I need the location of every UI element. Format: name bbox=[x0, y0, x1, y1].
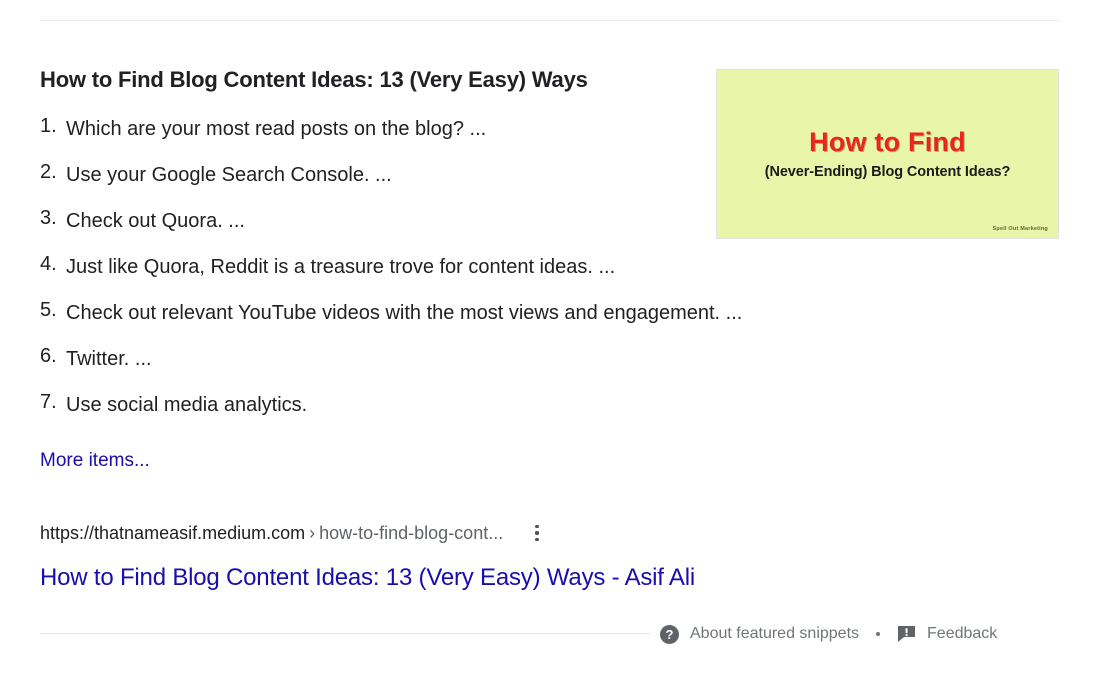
list-item-label: Check out relevant YouTube videos with t… bbox=[66, 302, 743, 324]
list-item-number: 1. bbox=[40, 115, 57, 137]
question-mark-icon: ? bbox=[660, 624, 679, 644]
about-featured-snippets-label: About featured snippets bbox=[690, 625, 860, 642]
result-url-row: https://thatnameasif.medium.com › how-to-f… bbox=[40, 518, 1060, 548]
about-featured-snippets-button[interactable]: ? About featured snippets bbox=[660, 624, 859, 644]
feedback-flag-icon bbox=[897, 625, 916, 643]
snippet-heading: How to Find Blog Content Ideas: 13 (Very… bbox=[40, 67, 588, 92]
search-result: https://thatnameasif.medium.com › how-to-f… bbox=[40, 518, 1060, 594]
list-item-label: Use social media analytics. bbox=[66, 394, 308, 416]
feedback-button[interactable]: Feedback bbox=[897, 624, 997, 644]
more-items-link[interactable]: More items... bbox=[40, 448, 150, 474]
snippet-footer: ? About featured snippets Feedback bbox=[660, 620, 997, 648]
list-item-label: Just like Quora, Reddit is a treasure tr… bbox=[66, 256, 616, 278]
list-item: 4. Just like Quora, Reddit is a treasure… bbox=[40, 250, 940, 284]
list-item-number: 3. bbox=[40, 207, 57, 229]
url-path: how-to-find-blog-cont... bbox=[319, 523, 504, 543]
result-title-link[interactable]: How to Find Blog Content Ideas: 13 (Very… bbox=[40, 562, 695, 594]
url-separator-icon: › bbox=[309, 523, 316, 543]
footer-divider bbox=[40, 633, 650, 634]
kebab-dot bbox=[535, 531, 539, 535]
top-divider bbox=[40, 20, 1060, 21]
list-item-number: 2. bbox=[40, 161, 57, 183]
thumbnail-watermark: Spell Out Marketing bbox=[992, 226, 1048, 232]
thumbnail-content: How to Find (Never-Ending) Blog Content … bbox=[717, 70, 1058, 238]
list-item-label: Twitter. ... bbox=[66, 348, 152, 370]
result-breadcrumb[interactable]: https://thatnameasif.medium.com › how-to-f… bbox=[40, 521, 503, 545]
list-item-number: 5. bbox=[40, 299, 57, 321]
list-item: 5. Check out relevant YouTube videos wit… bbox=[40, 296, 940, 330]
thumbnail-subtitle: (Never-Ending) Blog Content Ideas? bbox=[764, 164, 1011, 180]
footer-separator-dot bbox=[876, 632, 881, 636]
snippet-thumbnail[interactable]: How to Find (Never-Ending) Blog Content … bbox=[716, 69, 1059, 239]
feedback-label: Feedback bbox=[927, 625, 998, 642]
kebab-menu-icon[interactable] bbox=[527, 521, 547, 545]
list-item-number: 6. bbox=[40, 345, 57, 367]
list-item-number: 7. bbox=[40, 391, 57, 413]
kebab-dot bbox=[535, 524, 539, 529]
list-item: 6. Twitter. ... bbox=[40, 342, 940, 376]
thumbnail-title: How to Find bbox=[809, 127, 966, 157]
kebab-dot bbox=[535, 537, 539, 542]
search-result-page: How to Find Blog Content Ideas: 13 (Very… bbox=[0, 0, 1101, 678]
url-domain: https://thatnameasif.medium.com bbox=[40, 523, 306, 543]
list-item: 7. Use social media analytics. bbox=[40, 388, 940, 422]
list-item-number: 4. bbox=[40, 253, 57, 275]
